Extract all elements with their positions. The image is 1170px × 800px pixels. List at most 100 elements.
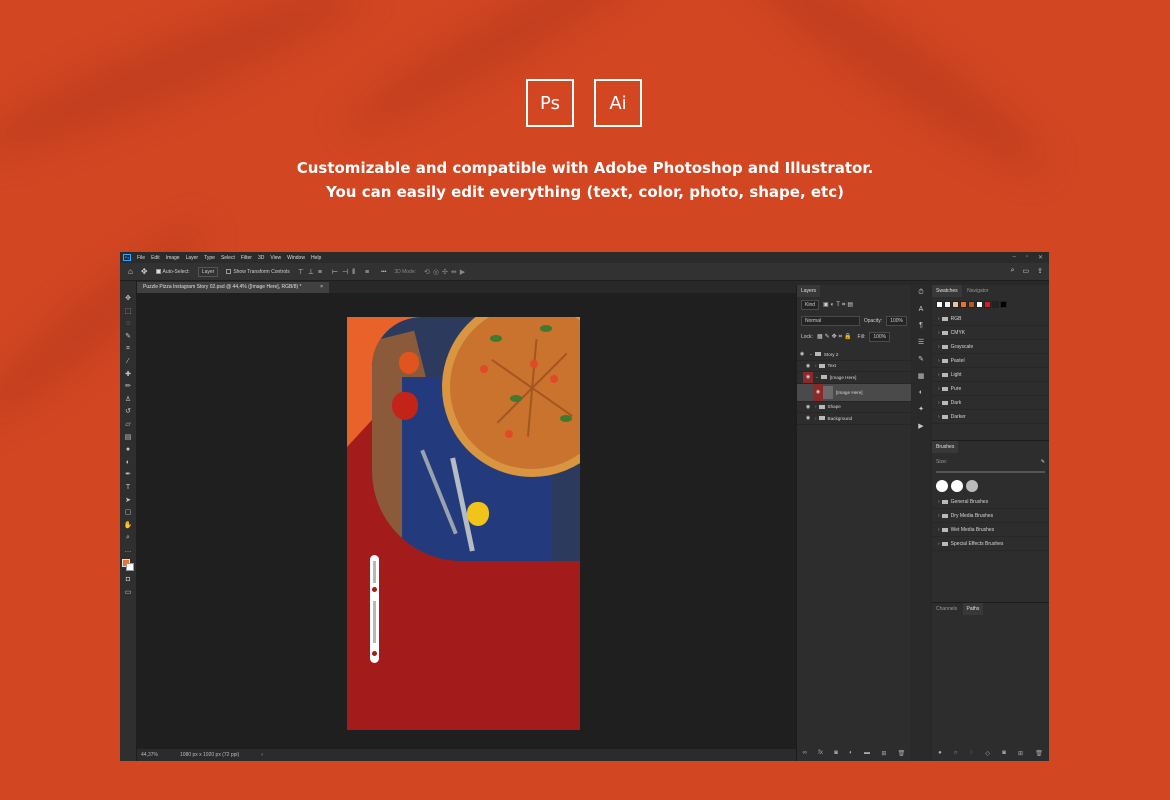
screen-mode-icon[interactable]: ▭ xyxy=(124,589,133,597)
zoom-icon[interactable]: ⌕ xyxy=(124,534,133,542)
chevron-right-icon[interactable]: › xyxy=(938,527,940,533)
tab-swatches[interactable]: Swatches xyxy=(932,285,962,297)
tab-channels[interactable]: Channels xyxy=(932,603,961,615)
load-selection-icon[interactable]: ◌ xyxy=(970,750,974,757)
background-color[interactable] xyxy=(126,563,134,572)
align-icons[interactable]: ⊤⊥≡ ⊢⊣‖ ≡ xyxy=(298,268,373,276)
color-swatch[interactable] xyxy=(992,301,999,308)
auto-select-checkbox[interactable]: Auto-Select: xyxy=(155,269,190,275)
color-swatch[interactable] xyxy=(968,301,975,308)
mask-icon[interactable]: ◙ xyxy=(1002,750,1006,757)
close-tab-icon[interactable]: × xyxy=(320,284,323,291)
chevron-down-icon[interactable]: ⌄ xyxy=(809,351,813,357)
kind-select[interactable]: Kind xyxy=(801,300,820,310)
color-swatch[interactable] xyxy=(1000,301,1007,308)
quick-select-icon[interactable]: ✎ xyxy=(124,333,133,341)
path-select-icon[interactable]: ➤ xyxy=(124,497,133,505)
new-path-icon[interactable]: ⊞ xyxy=(1018,750,1023,757)
soft-round-brush[interactable] xyxy=(966,480,978,492)
color-swatch[interactable] xyxy=(952,301,959,308)
chevron-right-icon[interactable]: › xyxy=(938,499,940,505)
color-swatch[interactable] xyxy=(944,301,951,308)
new-layer-icon[interactable]: ⊞ xyxy=(881,750,886,757)
libraries-icon[interactable]: ▦ xyxy=(918,372,925,380)
make-path-icon[interactable]: ◇ xyxy=(985,750,990,757)
blend-mode-select[interactable]: Normal xyxy=(801,316,860,326)
dodge-icon[interactable]: ◐ xyxy=(124,459,133,467)
chevron-right-icon[interactable]: › xyxy=(815,416,817,421)
swatch-group[interactable]: › Grayscale xyxy=(932,340,1049,354)
fx-icon[interactable]: fx xyxy=(818,750,823,757)
tab-paths[interactable]: Paths xyxy=(962,603,984,615)
menu-view[interactable]: View xyxy=(270,255,281,261)
quick-mask-icon[interactable]: ◘ xyxy=(124,576,133,584)
lasso-icon[interactable]: ◌ xyxy=(124,320,133,328)
adjustments-icon[interactable]: ◐ xyxy=(919,389,923,396)
marquee-icon[interactable]: ⬚ xyxy=(124,308,133,316)
eraser-icon[interactable]: ▱ xyxy=(124,421,133,429)
layer-select[interactable]: Layer xyxy=(197,266,219,277)
chevron-right-icon[interactable]: › xyxy=(938,513,940,519)
opacity-field[interactable]: 100% xyxy=(886,316,907,326)
move-icon[interactable]: ✥ xyxy=(124,295,133,303)
swatch-group[interactable]: › Light xyxy=(932,368,1049,382)
color-swatches[interactable] xyxy=(122,559,134,572)
adjustment-icon[interactable]: ◐ xyxy=(849,750,853,757)
status-arrow-icon[interactable]: › xyxy=(261,752,263,758)
chevron-right-icon[interactable]: › xyxy=(938,386,940,392)
menu-select[interactable]: Select xyxy=(221,255,235,261)
menu-window[interactable]: Window xyxy=(287,255,305,261)
menu-image[interactable]: Image xyxy=(166,255,180,261)
fill-path-icon[interactable]: ● xyxy=(938,750,942,757)
canvas-area[interactable] xyxy=(137,293,796,749)
color-swatch[interactable] xyxy=(984,301,991,308)
layer-row[interactable]: ◉ ⌄ [Image Here] xyxy=(797,372,911,384)
shape-icon[interactable]: ▢ xyxy=(124,509,133,517)
crop-icon[interactable]: ⌗ xyxy=(124,345,133,353)
healing-icon[interactable]: ✚ xyxy=(124,371,133,379)
chevron-right-icon[interactable]: › xyxy=(938,541,940,547)
layer-row[interactable]: ◉ › Shape xyxy=(797,402,911,413)
menu-type[interactable]: Type xyxy=(204,255,215,261)
layer-row-selected[interactable]: ◉ [Image Here] xyxy=(797,383,911,402)
color-swatch[interactable] xyxy=(936,301,943,308)
chevron-right-icon[interactable]: › xyxy=(938,344,940,350)
chevron-down-icon[interactable]: ⌄ xyxy=(815,374,819,380)
brush-group[interactable]: › Dry Media Brushes xyxy=(932,509,1049,523)
layer-row[interactable]: ◉ › Text xyxy=(797,361,911,372)
lock-icons[interactable]: ▦✎✥⌗🔒 xyxy=(817,333,854,341)
zoom-level[interactable]: 44,37% xyxy=(141,752,158,758)
layer-row[interactable]: ◉ › Background xyxy=(797,413,911,425)
chevron-right-icon[interactable]: › xyxy=(938,316,940,322)
stamp-icon[interactable]: ♙ xyxy=(124,396,133,404)
hard-round-brush[interactable] xyxy=(951,480,963,492)
more-icon[interactable]: ••• xyxy=(381,269,386,275)
pen-icon[interactable]: ✒ xyxy=(124,471,133,479)
workspace-icon[interactable]: ▭ xyxy=(1023,267,1030,275)
history-icon[interactable]: ⏱ xyxy=(918,289,923,297)
eye-icon[interactable]: ◉ xyxy=(813,383,823,401)
blur-icon[interactable]: ● xyxy=(124,446,133,454)
menu-help[interactable]: Help xyxy=(311,255,321,261)
move-tool-icon[interactable]: ✥ xyxy=(141,267,148,276)
maximize-icon[interactable]: ▫ xyxy=(1026,254,1028,261)
color-swatch[interactable] xyxy=(960,301,967,308)
actions-icon[interactable]: ▶ xyxy=(918,422,923,430)
menu-filter[interactable]: Filter xyxy=(241,255,252,261)
stroke-path-icon[interactable]: ○ xyxy=(954,750,958,757)
home-icon[interactable]: ⌂ xyxy=(128,267,133,276)
eye-icon[interactable]: ◉ xyxy=(803,363,813,369)
document-tab[interactable]: Puzzle Pizza Instagram Story 02.psd @ 44… xyxy=(137,282,329,293)
swatch-group[interactable]: › RGB xyxy=(932,312,1049,326)
type-icon[interactable]: T xyxy=(124,484,133,492)
minimize-icon[interactable]: – xyxy=(1012,254,1015,261)
brush-group[interactable]: › Wet Media Brushes xyxy=(932,523,1049,537)
color-swatch[interactable] xyxy=(976,301,983,308)
brush-size-slider[interactable] xyxy=(936,471,1045,473)
styles-icon[interactable]: ✦ xyxy=(918,405,924,413)
eye-icon[interactable]: ◉ xyxy=(803,404,813,410)
eye-icon[interactable]: ◉ xyxy=(803,415,813,421)
menu-3d[interactable]: 3D xyxy=(258,255,264,261)
brush-settings-icon[interactable]: ✎ xyxy=(918,355,924,363)
tab-brushes[interactable]: Brushes xyxy=(932,441,959,453)
